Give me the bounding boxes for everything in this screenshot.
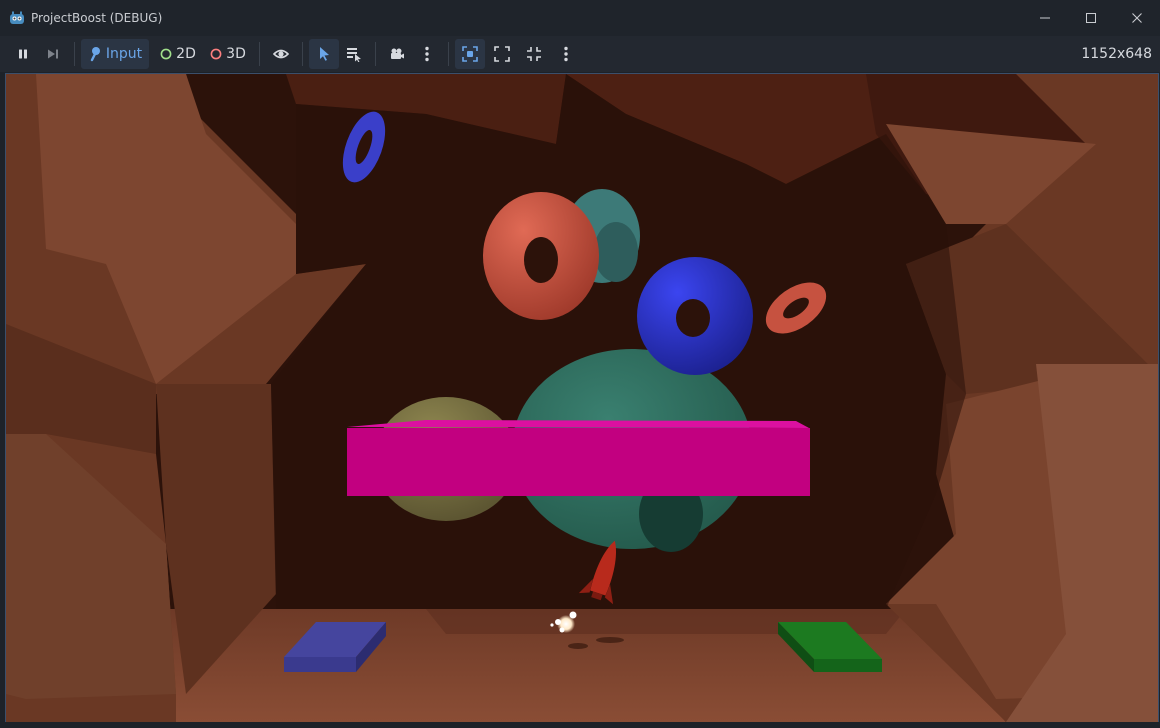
maximize-icon [1086,13,1096,23]
list-select-icon [347,48,361,62]
pause-button[interactable] [8,39,38,69]
toolbar-separator [302,42,303,66]
fullscreen-button[interactable] [487,39,517,69]
list-select-button[interactable] [339,39,369,69]
joystick-icon [90,47,100,62]
next-frame-icon [48,49,58,59]
minimize-button[interactable] [1022,0,1068,36]
game-scene [6,74,1158,722]
camera-override-icon [462,46,478,62]
select-mode-button[interactable] [309,39,339,69]
close-button[interactable] [1114,0,1160,36]
shrink-icon [527,47,541,61]
pause-icon [19,49,27,59]
mode-3d-label: 3D [226,46,246,62]
maximize-button[interactable] [1068,0,1114,36]
toolbar-separator [448,42,449,66]
godot-icon [10,11,24,24]
input-toggle-button[interactable]: Input [81,39,149,69]
camera-button[interactable] [382,39,412,69]
camera-options-button[interactable] [412,39,442,69]
blue-launch-pad-side [284,657,356,672]
camera-icon [391,48,404,59]
circle-2d-icon [160,48,172,60]
kebab-menu-icon [425,46,429,62]
kebab-menu-icon [564,46,568,62]
toolbar-separator [375,42,376,66]
eye-icon [273,49,289,59]
close-icon [1132,13,1142,23]
next-frame-button[interactable] [38,39,68,69]
circle-3d-icon [210,48,222,60]
window-title: ProjectBoost (DEBUG) [31,11,163,25]
game-toolbar: Input 2D 3D 1152x648 [0,36,1160,72]
window-controls [1022,0,1160,36]
resolution-label: 1152x648 [1081,46,1152,62]
select-cursor-icon [320,47,329,61]
expand-icon [494,46,510,62]
toolbar-separator [259,42,260,66]
green-landing-pad-side [814,659,882,672]
shrink-button[interactable] [519,39,549,69]
pink-bar-top [347,420,809,428]
blue-torus-hole [676,299,710,337]
pink-bar [347,428,810,496]
input-label: Input [105,46,143,62]
teal-torus-shade [594,222,638,282]
toolbar-separator [74,42,75,66]
mode-2d-label: 2D [176,46,196,62]
window-titlebar: ProjectBoost (DEBUG) [0,0,1160,36]
more-options-button[interactable] [551,39,581,69]
game-viewport[interactable] [6,74,1158,722]
mode-2d-button[interactable]: 2D [153,39,203,69]
orange-torus-hole [524,237,558,283]
window-bottom-edge [0,722,1160,728]
camera-override-button[interactable] [455,39,485,69]
visibility-button[interactable] [266,39,296,69]
mode-3d-button[interactable]: 3D [203,39,253,69]
minimize-icon [1040,17,1050,19]
